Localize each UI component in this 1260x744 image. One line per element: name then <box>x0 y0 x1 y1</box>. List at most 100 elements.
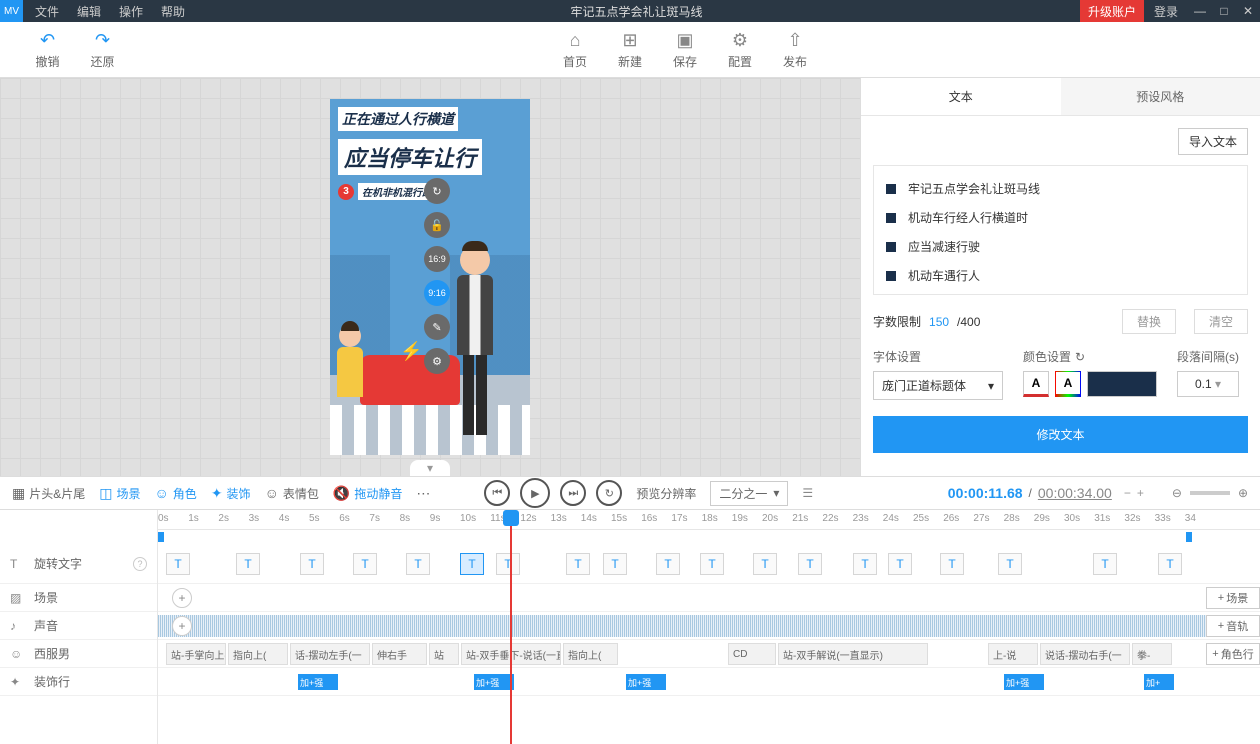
ratio-9-16-button[interactable]: 9:16 <box>424 280 450 306</box>
head-tail-button[interactable]: ▦片头&片尾 <box>12 485 85 502</box>
collapse-chevron-icon[interactable]: ▾ <box>410 460 450 476</box>
upgrade-button[interactable]: 升级账户 <box>1080 0 1144 22</box>
action-clip[interactable]: CD <box>728 643 776 665</box>
track-label-text[interactable]: T 旋转文字 ? <box>0 544 157 584</box>
tab-preset[interactable]: 预设风格 <box>1061 78 1260 115</box>
action-clip[interactable]: 话-摆动左手(一 <box>290 643 370 665</box>
deco-clip[interactable]: 加+ <box>1144 674 1174 690</box>
text-multicolor-button[interactable]: A <box>1055 371 1081 397</box>
help-icon[interactable]: ? <box>133 557 147 571</box>
next-button[interactable]: ⏭ <box>560 480 586 506</box>
refresh-icon[interactable]: ↻ <box>424 178 450 204</box>
login-button[interactable]: 登录 <box>1144 3 1188 20</box>
text-clip[interactable]: T <box>353 553 377 575</box>
tab-text[interactable]: 文本 <box>861 78 1061 115</box>
text-clip[interactable]: T <box>460 553 484 575</box>
track-label-sound[interactable]: ♪ 声音 <box>0 612 157 640</box>
list-item[interactable]: 牢记五点学会礼让斑马线 <box>882 174 1239 203</box>
para-interval-input[interactable]: 0.1 ▾ <box>1177 371 1239 397</box>
sound-track[interactable]: + + 场景 + 音轨 <box>158 612 1260 640</box>
canvas-area[interactable]: 正在通过人行横道 应当停车让行 3 在机非机混行路段 ⚡ ↻ 🔓 <box>0 78 860 476</box>
add-scene-button[interactable]: + 场景 <box>1206 587 1260 609</box>
lock-icon[interactable]: 🔓 <box>424 212 450 238</box>
text-list[interactable]: 牢记五点学会礼让斑马线 机动车行经人行横道时 应当减速行驶 机动车遇行人 <box>873 165 1248 295</box>
emoji-button[interactable]: ☺表情包 <box>265 485 319 502</box>
text-clip[interactable]: T <box>853 553 877 575</box>
text-clip[interactable]: T <box>998 553 1022 575</box>
time-ruler[interactable]: 0s1s2s3s4s5s6s7s8s9s10s11s12s13s14s15s16… <box>158 510 1260 530</box>
add-clip-icon[interactable]: + <box>172 588 192 608</box>
text-clip[interactable]: T <box>300 553 324 575</box>
playhead[interactable] <box>510 510 512 744</box>
action-clip[interactable]: 拳- <box>1132 643 1172 665</box>
text-clip[interactable]: T <box>700 553 724 575</box>
action-clip[interactable]: 说话-摆动右手(一 <box>1040 643 1130 665</box>
text-clip[interactable]: T <box>1158 553 1182 575</box>
text-clip[interactable]: T <box>940 553 964 575</box>
track-label-decor[interactable]: ✦ 装饰行 <box>0 668 157 696</box>
range-start-handle[interactable] <box>158 532 164 542</box>
publish-button[interactable]: ⇧发布 <box>768 30 823 70</box>
text-color-button[interactable]: A <box>1023 371 1049 397</box>
decor-button[interactable]: ✦装饰 <box>211 485 251 502</box>
refresh-icon[interactable]: ↻ <box>1075 350 1085 364</box>
add-audio-button[interactable]: + 音轨 <box>1206 615 1260 637</box>
action-clip[interactable]: 伸右手 <box>372 643 427 665</box>
track-label-scene[interactable]: ▨ 场景 <box>0 584 157 612</box>
text-clip[interactable]: T <box>603 553 627 575</box>
clear-button[interactable]: 清空 <box>1194 309 1248 334</box>
action-track[interactable]: + 角色行 站-手掌向上-说话(一直显指向上(话-摆动左手(一伸右手站站-双手垂… <box>158 640 1260 668</box>
action-clip[interactable]: 站 <box>429 643 459 665</box>
list-item[interactable]: 机动车遇行人 <box>882 261 1239 290</box>
range-end-handle[interactable] <box>1186 532 1192 542</box>
new-button[interactable]: ⊞新建 <box>603 30 658 70</box>
undo-button[interactable]: ↶ 撤销 <box>20 30 75 70</box>
menu-file[interactable]: 文件 <box>27 3 67 20</box>
text-clip[interactable]: T <box>166 553 190 575</box>
drag-mute-button[interactable]: 🔇拖动静音 <box>333 485 402 502</box>
action-clip[interactable]: 上-说 <box>988 643 1038 665</box>
config-button[interactable]: ⚙配置 <box>713 30 768 70</box>
text-clip[interactable]: T <box>798 553 822 575</box>
text-track[interactable]: TTTTTTTTTTTTTTTTTTT <box>158 544 1260 584</box>
scene-track[interactable]: + + 背景 <box>158 584 1260 612</box>
modify-text-button[interactable]: 修改文本 <box>873 416 1248 453</box>
scene-button[interactable]: ◫场景 <box>99 485 140 502</box>
action-clip[interactable]: 指向上( <box>563 643 618 665</box>
minimize-icon[interactable]: — <box>1188 4 1212 18</box>
text-clip[interactable]: T <box>496 553 520 575</box>
deco-clip[interactable]: 加+强 <box>626 674 666 690</box>
action-clip[interactable]: 站-双手解说(一直显示) <box>778 643 928 665</box>
loop-button[interactable]: ↻ <box>596 480 622 506</box>
edit-icon[interactable]: ✎ <box>424 314 450 340</box>
import-text-button[interactable]: 导入文本 <box>1178 128 1248 155</box>
time-total[interactable]: 00:00:34.00 <box>1038 485 1112 501</box>
prev-button[interactable]: ⏮ <box>484 480 510 506</box>
maximize-icon[interactable]: □ <box>1212 4 1236 18</box>
more-icon[interactable]: ⋯ <box>416 485 430 502</box>
text-clip[interactable]: T <box>656 553 680 575</box>
track-area[interactable]: 0s1s2s3s4s5s6s7s8s9s10s11s12s13s14s15s16… <box>158 510 1260 744</box>
zoom-out-icon[interactable]: ⊖ <box>1172 486 1182 500</box>
layers-icon[interactable]: ☰ <box>802 486 813 500</box>
add-clip-icon[interactable]: + <box>172 616 192 636</box>
text-clip[interactable]: T <box>753 553 777 575</box>
plus-icon[interactable]: + <box>1137 486 1144 500</box>
deco-clip[interactable]: 加+强 <box>474 674 514 690</box>
close-icon[interactable]: ✕ <box>1236 4 1260 18</box>
redo-button[interactable]: ↷ 还原 <box>75 30 130 70</box>
replace-button[interactable]: 替换 <box>1122 309 1176 334</box>
waveform[interactable] <box>158 615 1260 637</box>
color-swatch[interactable] <box>1087 371 1157 397</box>
track-label-character[interactable]: ☺ 西服男 <box>0 640 157 668</box>
deco-clip[interactable]: 加+强 <box>298 674 338 690</box>
deco-track[interactable]: 加+强 加+强 加+强 加+强 加+ <box>158 668 1260 696</box>
add-role-button[interactable]: + 角色行 <box>1206 643 1260 665</box>
play-button[interactable]: ▶ <box>520 478 550 508</box>
save-button[interactable]: ▣保存 <box>658 30 713 70</box>
text-clip[interactable]: T <box>1093 553 1117 575</box>
preview-resolution-select[interactable]: 二分之一 ▾ <box>710 481 788 506</box>
deco-clip[interactable]: 加+强 <box>1004 674 1044 690</box>
text-clip[interactable]: T <box>236 553 260 575</box>
menu-edit[interactable]: 编辑 <box>69 3 109 20</box>
